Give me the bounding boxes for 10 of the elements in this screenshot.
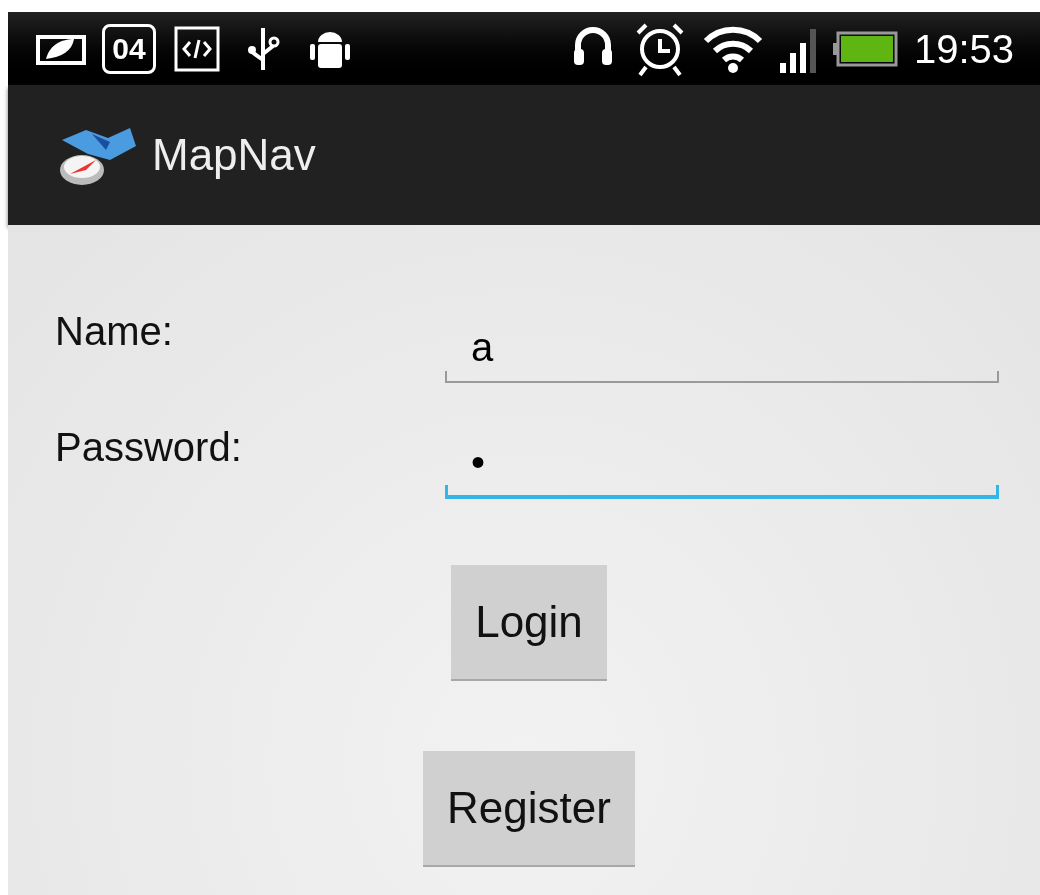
field-label: Name:: [55, 308, 174, 355]
app-title: MapNav: [152, 129, 316, 181]
text-field[interactable]: a: [445, 313, 999, 383]
text-field[interactable]: •: [445, 429, 999, 499]
calendar-day: 04: [112, 33, 146, 64]
form-button[interactable]: Login: [451, 565, 607, 681]
code-icon: [174, 25, 220, 72]
field-label: Password:: [55, 424, 243, 471]
clock-time: 19:53: [913, 28, 1014, 69]
form-button[interactable]: Register: [423, 751, 635, 867]
